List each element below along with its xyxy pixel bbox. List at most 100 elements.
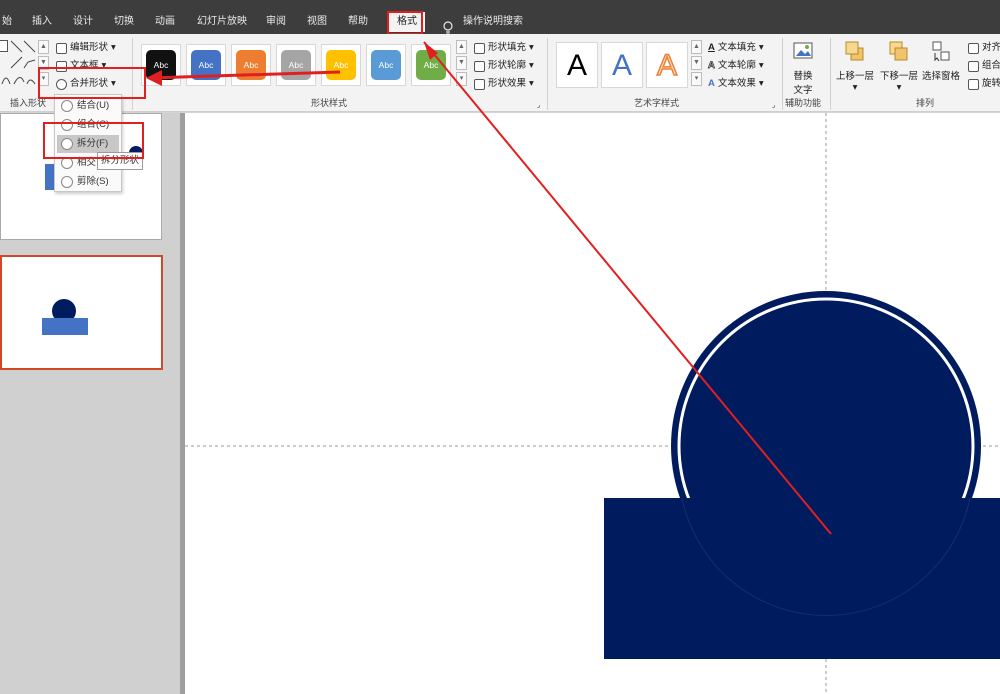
alt-text-button[interactable]: 替换 文字 [792, 40, 814, 96]
style-swatch-lightblue[interactable]: Abc [366, 44, 406, 86]
group-label: 组合 [982, 60, 1000, 71]
style-swatch-orange[interactable]: Abc [231, 44, 271, 86]
shape-fill-button[interactable]: 形状填充 ▾ [474, 40, 534, 56]
alt-text-label-line2: 文字 [793, 85, 813, 96]
edit-shape-button[interactable]: 编辑形状 ▾ [56, 40, 116, 56]
shape-lines-icon[interactable] [10, 40, 36, 53]
split-item-highlight [43, 122, 144, 159]
wordart-scroll-down-button[interactable]: ▼ [691, 56, 702, 70]
text-effects-label: 文本效果 [717, 78, 756, 89]
menu-item-label: 剪除(S) [77, 176, 109, 187]
menu-item-label: 结合(U) [77, 100, 110, 111]
format-tab-highlight [387, 11, 423, 35]
bring-forward-button[interactable]: 上移一层 ▾ [836, 40, 874, 93]
paint-bucket-icon [474, 42, 485, 54]
styles-scroll-down-button[interactable]: ▼ [456, 56, 467, 70]
wordart-style-orange-outline[interactable]: A [646, 42, 688, 88]
arrange-group-label: 排列 [916, 98, 935, 108]
title-bar [0, 0, 1000, 8]
tab-view[interactable]: 视图 [307, 12, 327, 32]
shape-rect-icon[interactable] [0, 40, 8, 52]
slide-thumbnail-2-selected[interactable] [0, 255, 163, 370]
merge-shapes-highlight [38, 67, 146, 99]
text-outline-button[interactable]: A 文本轮廓 ▾ [708, 58, 764, 74]
tab-slideshow[interactable]: 幻灯片放映 [197, 12, 247, 32]
tab-review[interactable]: 审阅 [266, 12, 286, 32]
tab-insert[interactable]: 插入 [32, 12, 52, 32]
wordart-dialog-launcher-icon[interactable]: ⌟ [772, 98, 775, 114]
send-backward-button[interactable]: 下移一层 ▾ [880, 40, 918, 93]
menu-item-subtract[interactable]: 剪除(S) [57, 173, 119, 191]
group-icon [968, 60, 979, 72]
tab-transitions[interactable]: 切换 [114, 12, 134, 32]
selection-pane-icon [932, 41, 950, 62]
style-swatch-gold[interactable]: Abc [321, 44, 361, 86]
style-swatch-label: Abc [281, 50, 311, 80]
tab-animations[interactable]: 动画 [155, 12, 175, 32]
shape-fill-label: 形状填充 [488, 42, 527, 53]
edit-shape-label: 编辑形状 [70, 42, 109, 53]
selection-pane-button[interactable]: 选择窗格 [922, 40, 960, 82]
shape-connector-icon[interactable] [10, 56, 36, 69]
wordart-style-blue[interactable]: A [601, 42, 643, 88]
shape-styles-dialog-launcher-icon[interactable]: ⌟ [537, 98, 540, 114]
slide-canvas[interactable] [185, 113, 1000, 694]
align-icon [968, 42, 979, 54]
text-fill-label: 文本填充 [717, 42, 756, 53]
menu-item-union[interactable]: 结合(U) [57, 97, 119, 115]
shape-styles-group-label: 形状样式 [311, 98, 348, 108]
ribbon: ▲ ▼ ▾ 编辑形状 ▾ 文本框 ▾ 合并形状 ▾ 插入形状 Abc Abc Abc … [0, 34, 1000, 112]
chevron-down-icon: ▾ [529, 60, 534, 71]
align-label: 对齐 [982, 42, 1000, 53]
style-swatch-label: Abc [146, 50, 176, 80]
group-separator [547, 38, 548, 110]
wordart-scroll-up-button[interactable]: ▲ [691, 40, 702, 54]
style-swatch-green[interactable]: Abc [411, 44, 451, 86]
style-swatch-blue[interactable]: Abc [186, 44, 226, 86]
chevron-down-icon: ▾ [758, 60, 764, 71]
shapes-scroll-up-button[interactable]: ▲ [38, 40, 49, 54]
wordart-style-black[interactable]: A [556, 42, 598, 88]
style-swatch-black[interactable]: Abc [141, 44, 181, 86]
text-effects-button[interactable]: A 文本效果 ▾ [708, 76, 764, 92]
chevron-down-icon: ▾ [111, 42, 116, 53]
chevron-down-icon: ▾ [758, 78, 764, 89]
thumbnail-slide-graphic [42, 299, 88, 335]
rotate-button[interactable]: 旋转 [968, 76, 1000, 92]
shape-curves-icon[interactable] [0, 72, 36, 85]
styles-more-button[interactable]: ▾ [456, 72, 467, 86]
tab-help[interactable]: 帮助 [348, 12, 368, 32]
styles-scroll-up-button[interactable]: ▲ [456, 40, 467, 54]
lightbulb-icon [443, 21, 453, 35]
selection-pane-label: 选择窗格 [922, 71, 961, 82]
shape-effects-button[interactable]: 形状效果 ▾ [474, 76, 534, 92]
rotate-label: 旋转 [982, 78, 1000, 89]
image-icon [793, 42, 813, 59]
menu-tab-bar: 始 插入 设计 切换 动画 幻灯片放映 审阅 视图 帮助 格式 操作说明搜索 [0, 8, 1000, 35]
chevron-down-icon: ▾ [529, 42, 534, 53]
group-button[interactable]: 组合 [968, 58, 1000, 74]
text-effects-icon: A [708, 78, 715, 89]
style-swatch-label: Abc [191, 50, 221, 80]
shape-effects-icon [474, 78, 485, 90]
align-button[interactable]: 对齐 [968, 40, 1000, 56]
style-swatch-gray[interactable]: Abc [276, 44, 316, 86]
wordart-more-button[interactable]: ▾ [691, 72, 702, 86]
bring-forward-icon [845, 41, 864, 61]
chevron-down-icon: ▾ [758, 42, 764, 53]
shape-effects-label: 形状效果 [488, 78, 527, 89]
union-icon [61, 100, 73, 112]
shape-outline-label: 形状轮廓 [488, 60, 527, 71]
chevron-down-icon: ▾ [852, 82, 858, 93]
group-separator [830, 38, 831, 110]
shape-outline-button[interactable]: 形状轮廓 ▾ [474, 58, 534, 74]
text-fill-button[interactable]: A 文本填充 ▾ [708, 40, 764, 56]
tell-me-search[interactable]: 操作说明搜索 [463, 12, 523, 32]
chevron-down-icon: ▾ [529, 78, 534, 89]
tab-design[interactable]: 设计 [73, 12, 93, 32]
accessibility-group-label: 辅助功能 [785, 98, 822, 108]
style-swatch-label: Abc [326, 50, 356, 80]
tab-home[interactable]: 始 [2, 12, 12, 32]
pen-icon [474, 60, 485, 72]
alt-text-label-line1: 替换 [793, 71, 813, 82]
